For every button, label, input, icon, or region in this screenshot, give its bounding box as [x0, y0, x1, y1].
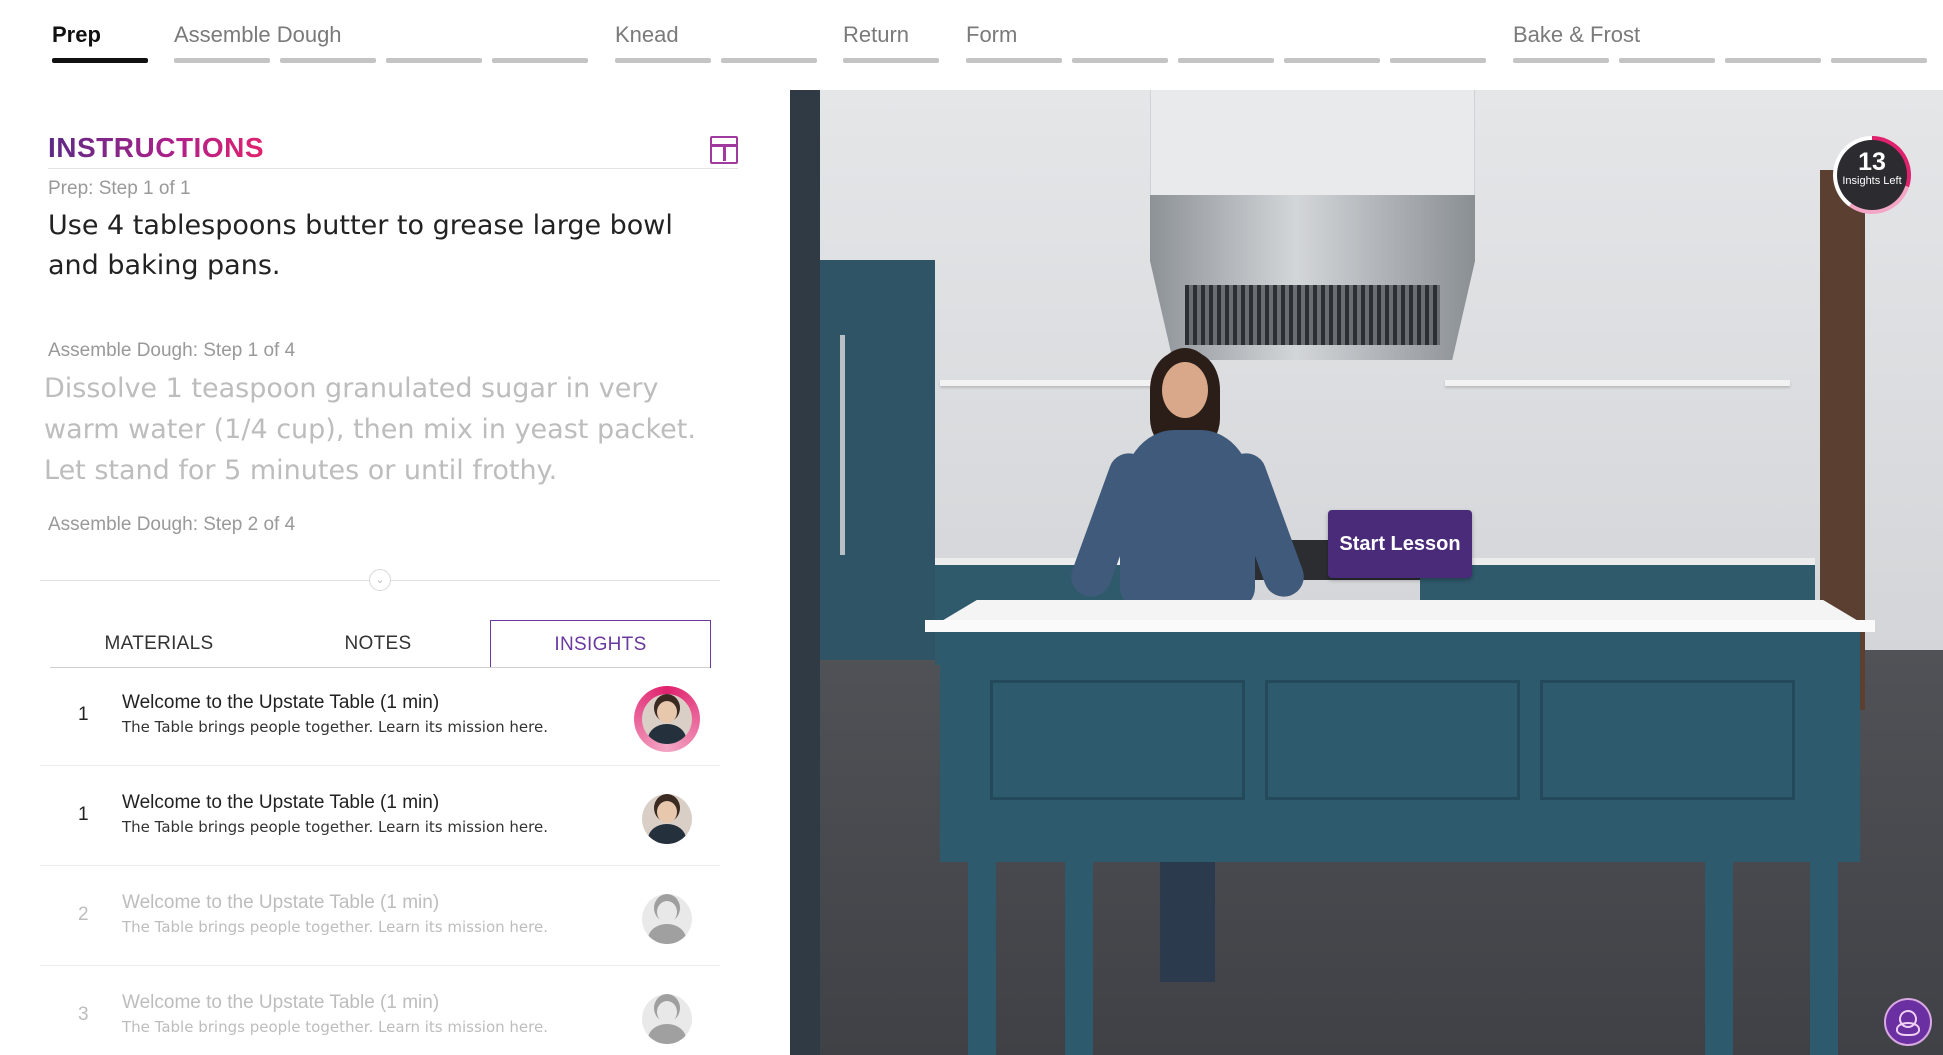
avatar [642, 694, 692, 744]
video-scene-person-body [1120, 430, 1255, 605]
insights-left-count: 13 [1858, 148, 1886, 176]
step-label: Prep: Step 1 of 1 [48, 178, 191, 199]
step-label: Assemble Dough: Step 2 of 4 [48, 514, 296, 535]
insights-left-badge[interactable]: 13 Insights Left [1833, 136, 1911, 214]
expand-chevron-icon[interactable]: ⌄ [369, 569, 391, 591]
stage-prep[interactable]: Prep [52, 22, 101, 48]
stage-bake-frost[interactable]: Bake & Frost [1513, 22, 1640, 48]
step-segment[interactable] [615, 58, 711, 63]
tab-materials[interactable]: MATERIALS [50, 620, 268, 668]
avatar [642, 994, 692, 1044]
step-segment[interactable] [280, 58, 376, 63]
insight-number: 1 [78, 704, 89, 725]
video-scene-island-leg [968, 860, 996, 1055]
step-label: Assemble Dough: Step 1 of 4 [48, 340, 296, 361]
step-segment[interactable] [1178, 58, 1274, 63]
stage-knead[interactable]: Knead [615, 22, 679, 48]
avatar-highlight-ring [634, 686, 700, 752]
video-scene-island-edge [925, 620, 1875, 632]
step-segment[interactable] [386, 58, 482, 63]
insight-number: 1 [78, 804, 89, 825]
video-scene-person-legs [1160, 862, 1215, 982]
step-segment[interactable] [966, 58, 1062, 63]
insight-subtitle: The Table brings people together. Learn … [122, 718, 548, 736]
tab-notes[interactable]: NOTES [268, 620, 488, 668]
step-text-current: Use 4 tablespoons butter to grease large… [48, 210, 673, 281]
tab-insights[interactable]: INSIGHTS [490, 620, 711, 668]
video-scene-island-panel [1265, 680, 1520, 800]
insight-row[interactable]: 1 Welcome to the Upstate Table (1 min) T… [40, 666, 720, 766]
insight-subtitle: The Table brings people together. Learn … [122, 918, 548, 936]
video-scene-shelf [940, 380, 1180, 386]
step-segment[interactable] [1390, 58, 1486, 63]
video-scene-column [790, 90, 820, 1055]
stage-return[interactable]: Return [843, 22, 909, 48]
step-segment[interactable] [843, 58, 939, 63]
insight-subtitle: The Table brings people together. Learn … [122, 818, 548, 836]
insight-row[interactable]: 3 Welcome to the Upstate Table (1 min) T… [40, 966, 720, 1055]
video-scene-hood-chimney [1150, 90, 1475, 195]
insight-row[interactable]: 1 Welcome to the Upstate Table (1 min) T… [40, 766, 720, 866]
video-scene-island-top [940, 600, 1860, 622]
start-lesson-button[interactable]: Start Lesson [1328, 510, 1472, 578]
insight-number: 3 [78, 1004, 89, 1025]
instructions-panel: INSTRUCTIONS Prep: Step 1 of 1 Use 4 tab… [0, 90, 790, 1055]
step-segment[interactable] [1513, 58, 1609, 63]
avatar [642, 794, 692, 844]
video-scene-island-leg [1705, 860, 1733, 1055]
video-scene-person-head [1162, 362, 1208, 418]
layout-panel-icon[interactable] [710, 136, 738, 164]
insights-left-label: Insights Left [1842, 175, 1902, 187]
step-segment[interactable] [1284, 58, 1380, 63]
step-segment[interactable] [1831, 58, 1927, 63]
step-segment-active[interactable] [52, 58, 148, 63]
insight-title: Welcome to the Upstate Table (1 min) [122, 992, 440, 1013]
step-segment[interactable] [174, 58, 270, 63]
video-scene-island-leg [1065, 860, 1093, 1055]
video-scene-island-leg [1810, 860, 1838, 1055]
step-segment[interactable] [1072, 58, 1168, 63]
step-segment[interactable] [492, 58, 588, 63]
insight-title: Welcome to the Upstate Table (1 min) [122, 792, 440, 813]
insight-number: 2 [78, 904, 89, 925]
insights-left-inner: 13 Insights Left [1837, 140, 1907, 210]
step-segment[interactable] [1725, 58, 1821, 63]
video-scene-hood-vent [1185, 285, 1440, 345]
video-scene-fridge [820, 260, 935, 660]
assistant-icon[interactable] [1884, 998, 1932, 1046]
insight-title: Welcome to the Upstate Table (1 min) [122, 892, 440, 913]
instructions-title: INSTRUCTIONS [48, 132, 264, 163]
step-segment[interactable] [1619, 58, 1715, 63]
step-segment[interactable] [721, 58, 817, 63]
insight-row[interactable]: 2 Welcome to the Upstate Table (1 min) T… [40, 866, 720, 966]
video-scene-fridge-handle [840, 335, 845, 555]
insight-title: Welcome to the Upstate Table (1 min) [122, 692, 440, 713]
insight-subtitle: The Table brings people together. Learn … [122, 1018, 548, 1036]
video-scene-island-panel [990, 680, 1245, 800]
avatar [642, 894, 692, 944]
video-scene-island-panel [1540, 680, 1795, 800]
step-navigation: Prep Assemble Dough Knead Return Form Ba… [0, 0, 1943, 70]
lesson-video[interactable]: Start Lesson 13 Insights Left [790, 90, 1943, 1055]
stage-assemble-dough[interactable]: Assemble Dough [174, 22, 342, 48]
title-divider [48, 168, 738, 169]
stage-form[interactable]: Form [966, 22, 1017, 48]
video-scene-shelf [1445, 380, 1790, 386]
step-text-upcoming: Dissolve 1 teaspoon granulated sugar in … [44, 373, 696, 486]
